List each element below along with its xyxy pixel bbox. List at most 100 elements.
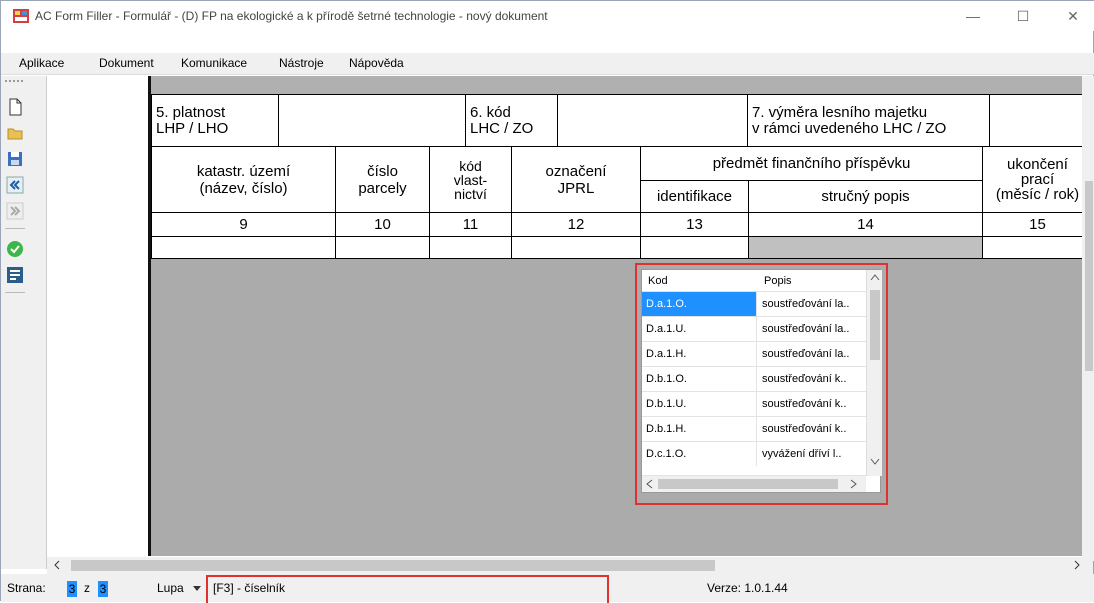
row-input-cell[interactable]: [982, 236, 1093, 259]
lookup-header-kod[interactable]: Kod: [648, 275, 668, 287]
lookup-kod: D.c.1.O.: [642, 442, 757, 466]
lookup-vertical-scrollbar[interactable]: [866, 270, 882, 476]
lookup-kod: D.a.1.H.: [642, 342, 757, 366]
check-ok-icon[interactable]: [6, 240, 24, 258]
form-table: 5. platnost LHP / LHO 6. kód LHC / ZO 7.…: [151, 94, 1090, 147]
lookup-vscroll-thumb[interactable]: [870, 290, 880, 360]
lookup-popis: soustřeďování la..: [762, 298, 850, 310]
lookup-popis: soustřeďování la..: [762, 323, 850, 335]
row-input-cell[interactable]: [640, 236, 749, 259]
menu-napoveda[interactable]: Nápověda: [349, 56, 404, 70]
minimize-button[interactable]: —: [955, 5, 991, 27]
lookup-row[interactable]: D.c.1.O. vyvážení dříví l..: [642, 442, 866, 476]
col9-header: katastr. území (název, číslo): [151, 146, 336, 213]
vertical-scrollbar[interactable]: [1082, 76, 1094, 561]
menu-aplikace[interactable]: Aplikace: [19, 56, 64, 70]
horizontal-scroll-thumb[interactable]: [71, 560, 715, 571]
page-separator: z: [84, 581, 90, 595]
scroll-left-icon[interactable]: [645, 479, 653, 489]
vertical-scroll-thumb[interactable]: [1085, 181, 1093, 371]
lookup-popup: Kod Popis D.a.1.O. soustřeďování la.. D.a…: [641, 269, 882, 493]
row-input-cell[interactable]: [335, 236, 430, 259]
zoom-label[interactable]: Lupa: [157, 581, 184, 595]
dropdown-arrow-icon[interactable]: [193, 586, 201, 592]
lookup-kod: D.b.1.O.: [642, 367, 757, 391]
field6-input[interactable]: [557, 94, 748, 147]
form-icon[interactable]: [6, 266, 24, 284]
maximize-button[interactable]: ☐: [1005, 5, 1041, 27]
toolbar-separator: [5, 292, 25, 293]
scroll-right-icon[interactable]: [1073, 560, 1081, 570]
col15-header: ukončení prací (měsíc / rok): [982, 146, 1093, 213]
hint-text: [F3] - číselník: [213, 581, 286, 595]
new-document-icon[interactable]: [6, 98, 24, 116]
lookup-row[interactable]: D.b.1.H. soustřeďování k..: [642, 417, 866, 442]
row-input-cell-active[interactable]: [748, 236, 983, 259]
app-window: AC Form Filler - Formulář - (D) FP na ek…: [0, 0, 1094, 603]
lookup-kod: D.a.1.O.: [642, 292, 757, 316]
page-current[interactable]: 3: [67, 581, 77, 597]
row-input-cell[interactable]: [151, 236, 336, 259]
lookup-row[interactable]: D.a.1.U. soustřeďování la..: [642, 317, 866, 342]
lookup-row[interactable]: D.b.1.U. soustřeďování k..: [642, 392, 866, 417]
lookup-row[interactable]: D.a.1.O. soustřeďování la..: [642, 292, 866, 317]
field7-input[interactable]: [989, 94, 1090, 147]
column-header-table: katastr. území (název, číslo) číslo parc…: [151, 146, 1093, 259]
menu-nastroje[interactable]: Nástroje: [279, 56, 324, 70]
col-number: 13: [640, 212, 749, 237]
col-number: 12: [511, 212, 641, 237]
previous-section-strip: [151, 76, 1093, 94]
field5-label: 5. platnost LHP / LHO: [151, 94, 279, 147]
lookup-popis: soustřeďování k..: [762, 373, 847, 385]
side-toolbar: [1, 76, 47, 569]
close-button[interactable]: ✕: [1055, 5, 1091, 27]
save-disk-icon[interactable]: [6, 150, 24, 168]
col-number: 11: [429, 212, 512, 237]
lookup-kod: D.b.1.U.: [642, 392, 757, 416]
col-number: 9: [151, 212, 336, 237]
next-page-icon[interactable]: [6, 202, 24, 220]
lookup-popis: soustřeďování k..: [762, 423, 847, 435]
menu-komunikace[interactable]: Komunikace: [181, 56, 247, 70]
title-bar: AC Form Filler - Formulář - (D) FP na ek…: [1, 1, 1094, 31]
scroll-right-icon[interactable]: [850, 479, 858, 489]
col13-header: identifikace: [640, 180, 749, 213]
page-total: 3: [98, 581, 108, 597]
left-panel: [47, 76, 148, 556]
row-input-cell[interactable]: [429, 236, 512, 259]
col-number: 15: [982, 212, 1093, 237]
field6-label: 6. kód LHC / ZO: [465, 94, 558, 147]
field5-input[interactable]: [278, 94, 466, 147]
field7-label: 7. výměra lesního majetku v rámci uveden…: [747, 94, 990, 147]
lookup-row[interactable]: D.a.1.H. soustřeďování la..: [642, 342, 866, 367]
lookup-header: Kod Popis: [642, 270, 866, 292]
lookup-popis: soustřeďování la..: [762, 348, 850, 360]
lookup-horizontal-scrollbar[interactable]: [642, 476, 866, 492]
col13-14-group-header: předmět finančního příspěvku: [640, 146, 983, 181]
lookup-hscroll-thumb[interactable]: [658, 479, 838, 489]
col11-header: kód vlast- nictví: [429, 146, 512, 213]
scroll-down-icon[interactable]: [870, 458, 880, 466]
horizontal-scrollbar[interactable]: [47, 557, 1093, 574]
toolbar-separator: [5, 228, 25, 229]
status-bar: Strana: 3 z 3 Lupa [F3] - číselník Verze…: [1, 574, 1094, 603]
version-text: Verze: 1.0.1.44: [707, 581, 788, 595]
lookup-kod: D.a.1.U.: [642, 317, 757, 341]
col-number: 10: [335, 212, 430, 237]
lookup-row[interactable]: D.b.1.O. soustřeďování k..: [642, 367, 866, 392]
menu-dokument[interactable]: Dokument: [99, 56, 154, 70]
row-input-cell[interactable]: [511, 236, 641, 259]
open-folder-icon[interactable]: [6, 124, 24, 142]
lookup-header-popis[interactable]: Popis: [764, 275, 792, 287]
scroll-up-icon[interactable]: [870, 273, 880, 281]
page-label: Strana:: [7, 581, 46, 595]
col10-header: číslo parcely: [335, 146, 430, 213]
col-number: 14: [748, 212, 983, 237]
lookup-popis: vyvážení dříví l..: [762, 448, 842, 460]
lookup-kod: D.b.1.H.: [642, 417, 757, 441]
col14-header: stručný popis: [748, 180, 983, 213]
previous-page-icon[interactable]: [6, 176, 24, 194]
scroll-left-icon[interactable]: [53, 560, 61, 570]
toolbar-grip[interactable]: [5, 80, 23, 82]
window-title: AC Form Filler - Formulář - (D) FP na ek…: [35, 9, 548, 23]
